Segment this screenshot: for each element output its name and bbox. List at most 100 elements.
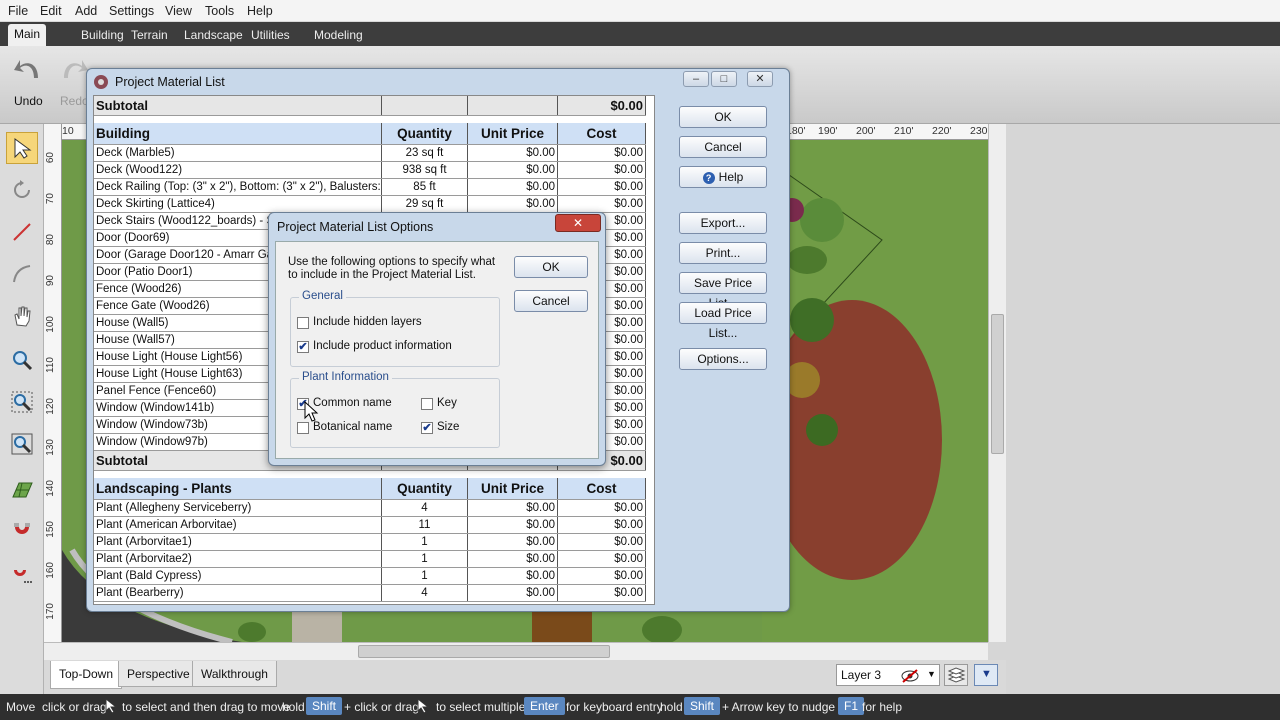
cancel-button[interactable]: Cancel xyxy=(679,136,767,158)
table-row[interactable]: Plant (American Arborvitae) 11 $0.00 $0.00 xyxy=(94,517,646,534)
tab-building[interactable]: Building xyxy=(75,25,130,45)
export-button[interactable]: Export... xyxy=(679,212,767,234)
table-row[interactable]: Plant (Arborvitae2) 1 $0.00 $0.00 xyxy=(94,551,646,568)
options-ok-button[interactable]: OK xyxy=(514,256,588,278)
table-row[interactable]: Deck Railing (Top: (3" x 2"), Bottom: (3… xyxy=(94,179,646,196)
status-text: + click or drag xyxy=(344,700,420,714)
rotate-icon xyxy=(14,180,30,198)
key-checkbox[interactable] xyxy=(421,398,433,410)
tab-modeling[interactable]: Modeling xyxy=(308,25,369,45)
tab-terrain[interactable]: Terrain xyxy=(125,25,174,45)
hscroll-thumb[interactable] xyxy=(358,645,610,658)
size-checkbox[interactable]: ✔ xyxy=(421,422,433,434)
canvas-vertical-scrollbar[interactable] xyxy=(988,124,1006,642)
table-row[interactable]: Deck Skirting (Lattice4) 29 sq ft $0.00 $0.… xyxy=(94,196,646,213)
menu-edit[interactable]: Edit xyxy=(40,4,62,18)
select-tool[interactable] xyxy=(6,132,38,164)
undo-label: Undo xyxy=(14,94,43,108)
line-tool[interactable] xyxy=(6,216,38,248)
cost-cell: Cost xyxy=(558,478,646,499)
unit-price-cell[interactable]: $0.00 xyxy=(468,179,558,195)
unit-price-cell[interactable]: $0.00 xyxy=(468,568,558,584)
unit-price-cell[interactable]: $0.00 xyxy=(468,196,558,212)
table-row[interactable]: Plant (Bald Cypress) 1 $0.00 $0.00 xyxy=(94,568,646,585)
unit-price-cell xyxy=(468,96,558,115)
item-cell: Plant (Allegheny Serviceberry) xyxy=(94,500,382,516)
status-text: to select and then drag to move xyxy=(122,700,291,714)
cost-cell: $0.00 xyxy=(558,196,646,212)
common-name-label: Common name xyxy=(313,397,392,409)
undo-button[interactable]: Undo xyxy=(8,52,48,108)
cost-cell: Cost xyxy=(558,123,646,144)
zoom-fit-icon xyxy=(11,433,33,455)
grid-tool[interactable] xyxy=(6,474,38,506)
ruler-tick-label: 110 xyxy=(45,357,56,373)
quantity-cell: 85 ft xyxy=(382,179,468,195)
unit-price-cell[interactable]: $0.00 xyxy=(468,551,558,567)
zoom-extents-tool[interactable] xyxy=(6,428,38,460)
layer-display-button[interactable] xyxy=(944,664,968,686)
ruler-tick-label: 60 xyxy=(45,152,56,164)
enter-key-badge: Enter xyxy=(524,697,565,715)
ruler-tick-label: 100 xyxy=(45,316,56,333)
maximize-button[interactable]: □ xyxy=(711,71,737,87)
rotate-tool[interactable] xyxy=(6,174,38,206)
subtotal-row: Subtotal $0.00 xyxy=(94,96,646,116)
tab-main[interactable]: Main xyxy=(8,24,47,46)
tab-walkthrough[interactable]: Walkthrough xyxy=(192,661,277,687)
unit-price-cell[interactable]: $0.00 xyxy=(468,500,558,516)
tab-perspective[interactable]: Perspective xyxy=(118,661,199,687)
unit-price-cell[interactable]: $0.00 xyxy=(468,145,558,161)
menu-help[interactable]: Help xyxy=(247,4,273,18)
menu-view[interactable]: View xyxy=(165,4,192,18)
close-button[interactable]: ✕ xyxy=(555,214,601,232)
ruler-tick-label: 160 xyxy=(45,562,56,579)
unit-price-cell[interactable]: $0.00 xyxy=(468,517,558,533)
options-button[interactable]: Options... xyxy=(679,348,767,370)
print-button[interactable]: Print... xyxy=(679,242,767,264)
close-button[interactable]: ✕ xyxy=(747,71,773,87)
vscroll-thumb[interactable] xyxy=(991,314,1004,454)
tab-top-down[interactable]: Top-Down xyxy=(50,661,123,689)
tab-utilities[interactable]: Utilities xyxy=(245,25,296,45)
menu-settings[interactable]: Settings xyxy=(109,4,154,18)
botanical-name-checkbox[interactable] xyxy=(297,422,309,434)
table-row[interactable]: Plant (Arborvitae1) 1 $0.00 $0.00 xyxy=(94,534,646,551)
zoom-tool[interactable] xyxy=(6,344,38,376)
quantity-cell: 938 sq ft xyxy=(382,162,468,178)
unit-price-cell[interactable]: $0.00 xyxy=(468,534,558,550)
snap-options-tool[interactable] xyxy=(6,558,38,590)
pointer-icon xyxy=(416,697,432,718)
shift-key-badge: Shift xyxy=(306,697,343,715)
table-vertical-scrollbar[interactable]: ▲ ▼ xyxy=(654,96,655,605)
help-button[interactable]: ? Help xyxy=(679,166,767,188)
zoom-box-tool[interactable] xyxy=(6,386,38,418)
table-row[interactable]: Deck (Wood122) 938 sq ft $0.00 $0.00 xyxy=(94,162,646,179)
include-hidden-checkbox[interactable] xyxy=(297,317,309,329)
options-cancel-button[interactable]: Cancel xyxy=(514,290,588,312)
unit-price-cell[interactable]: $0.00 xyxy=(468,585,558,601)
menu-tools[interactable]: Tools xyxy=(205,4,234,18)
layer-menu-button[interactable]: ▼ xyxy=(974,664,998,686)
layer-select[interactable]: Layer 3 ▼ xyxy=(836,664,940,686)
table-row[interactable]: Plant (Bearberry) 4 $0.00 $0.00 xyxy=(94,585,646,602)
pan-tool[interactable] xyxy=(6,300,38,332)
canvas-horizontal-scrollbar[interactable] xyxy=(44,642,988,660)
arc-tool[interactable] xyxy=(6,258,38,290)
load-price-list-button[interactable]: Load Price List... xyxy=(679,302,767,340)
unit-price-cell[interactable]: $0.00 xyxy=(468,162,558,178)
magnifier-icon xyxy=(13,351,33,371)
ruler-tick-label: 10 xyxy=(62,125,74,137)
hand-icon xyxy=(14,306,31,327)
menu-add[interactable]: Add xyxy=(75,4,97,18)
minimize-button[interactable]: – xyxy=(683,71,709,87)
table-row[interactable]: Plant (Allegheny Serviceberry) 4 $0.00 $0.0… xyxy=(94,500,646,517)
save-price-list-button[interactable]: Save Price List... xyxy=(679,272,767,310)
include-product-label: Include product information xyxy=(313,340,452,352)
menu-file[interactable]: File xyxy=(8,4,28,18)
snap-tool[interactable] xyxy=(6,516,38,548)
ok-button[interactable]: OK xyxy=(679,106,767,128)
tab-landscape[interactable]: Landscape xyxy=(178,25,249,45)
table-row[interactable]: Deck (Marble5) 23 sq ft $0.00 $0.00 xyxy=(94,145,646,162)
include-product-checkbox[interactable]: ✔ xyxy=(297,341,309,353)
